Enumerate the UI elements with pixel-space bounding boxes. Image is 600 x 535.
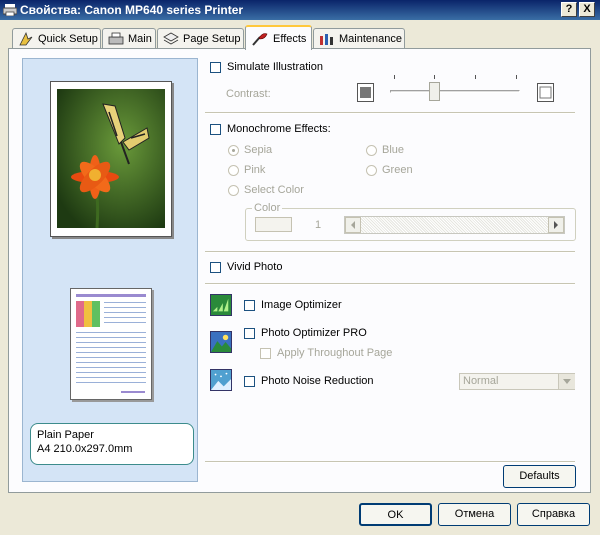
tab-main[interactable]: Main <box>102 28 156 48</box>
photo-noise-reduction-checkbox[interactable] <box>244 376 255 387</box>
color-value: 1 <box>315 219 322 231</box>
separator <box>205 461 575 463</box>
dropdown-button[interactable] <box>558 374 575 389</box>
arrow-left-icon <box>351 221 355 229</box>
maintenance-icon <box>320 33 333 45</box>
contrast-slider-track <box>390 90 520 93</box>
effects-icon <box>252 32 268 46</box>
tab-page-setup[interactable]: Page Setup <box>157 28 244 48</box>
tab-label: Maintenance <box>339 32 402 45</box>
window-title: Свойства: Canon MP640 series Printer <box>20 3 244 17</box>
slider-tick <box>516 75 517 79</box>
photo-noise-reduction-label: Photo Noise Reduction <box>261 375 374 387</box>
main-icon <box>108 32 124 44</box>
monochrome-label: Monochrome Effects: <box>227 123 331 135</box>
vivid-photo-checkbox[interactable] <box>210 262 221 273</box>
slider-tick <box>475 75 476 79</box>
quick-setup-icon <box>19 31 33 45</box>
ok-button[interactable]: OK <box>359 503 432 526</box>
scroll-left-button[interactable] <box>345 217 361 233</box>
help-footer-button[interactable]: Справка <box>517 503 590 526</box>
select-color-radio[interactable] <box>228 185 239 196</box>
image-optimizer-label: Image Optimizer <box>261 299 342 311</box>
photo-optimizer-pro-label: Photo Optimizer PRO <box>261 327 367 339</box>
separator <box>205 251 575 253</box>
image-optimizer-checkbox[interactable] <box>244 300 255 311</box>
tab-quick-setup[interactable]: Quick Setup <box>12 28 101 48</box>
apply-throughout-checkbox[interactable] <box>260 348 271 359</box>
cancel-button[interactable]: Отмена <box>438 503 511 526</box>
blue-radio[interactable] <box>366 145 377 156</box>
printer-icon <box>3 4 17 16</box>
pink-radio[interactable] <box>228 165 239 176</box>
noise-reduction-icon <box>210 369 232 391</box>
paper-info-box: Plain Paper A4 210.0x297.0mm <box>30 423 194 465</box>
green-radio[interactable] <box>366 165 377 176</box>
contrast-slider-thumb[interactable] <box>429 82 440 101</box>
high-contrast-icon <box>537 83 554 102</box>
contrast-label: Contrast: <box>226 88 271 100</box>
separator <box>205 112 575 114</box>
vivid-photo-label: Vivid Photo <box>227 261 283 273</box>
separator <box>205 283 575 285</box>
tab-label: Page Setup <box>183 32 241 45</box>
select-color-label: Select Color <box>244 184 304 196</box>
page-preview-icon <box>76 294 146 393</box>
tab-label: Main <box>128 32 152 45</box>
color-swatch <box>255 217 292 232</box>
photo-optimizer-icon <box>210 331 232 353</box>
sepia-label: Sepia <box>244 144 273 156</box>
sepia-radio[interactable] <box>228 145 239 156</box>
pink-label: Pink <box>244 164 266 176</box>
tab-maintenance[interactable]: Maintenance <box>313 28 405 48</box>
slider-tick <box>394 75 395 79</box>
paper-size-label: A4 210.0x297.0mm <box>37 443 133 455</box>
help-button[interactable]: ? <box>561 2 577 17</box>
defaults-button[interactable]: Defaults <box>503 465 576 488</box>
image-optimizer-icon <box>210 294 232 316</box>
color-group-label: Color <box>252 202 283 214</box>
page-setup-icon <box>163 32 179 44</box>
simulate-illustration-label: Simulate Illustration <box>227 61 323 73</box>
apply-throughout-label: Apply Throughout Page <box>277 347 393 359</box>
arrow-right-icon <box>554 221 558 229</box>
monochrome-checkbox[interactable] <box>210 124 221 135</box>
noise-level-value: Normal <box>463 375 499 387</box>
tab-label: Effects <box>273 32 307 45</box>
low-contrast-icon <box>357 83 374 102</box>
simulate-illustration-checkbox[interactable] <box>210 62 221 73</box>
tab-effects[interactable]: Effects <box>245 25 312 50</box>
tab-label: Quick Setup <box>38 32 98 45</box>
blue-label: Blue <box>382 144 405 156</box>
page-layout-preview <box>70 288 152 400</box>
chevron-down-icon <box>563 379 571 384</box>
title-bar: Свойства: Canon MP640 series Printer <box>0 0 600 20</box>
scroll-right-button[interactable] <box>548 217 564 233</box>
slider-tick <box>434 75 435 79</box>
paper-type-label: Plain Paper <box>37 429 94 441</box>
close-button[interactable]: X <box>579 2 595 17</box>
color-scrollbar[interactable] <box>344 216 565 234</box>
photo-optimizer-pro-checkbox[interactable] <box>244 328 255 339</box>
green-label: Green <box>382 164 413 176</box>
butterfly-photo-image <box>57 89 165 228</box>
